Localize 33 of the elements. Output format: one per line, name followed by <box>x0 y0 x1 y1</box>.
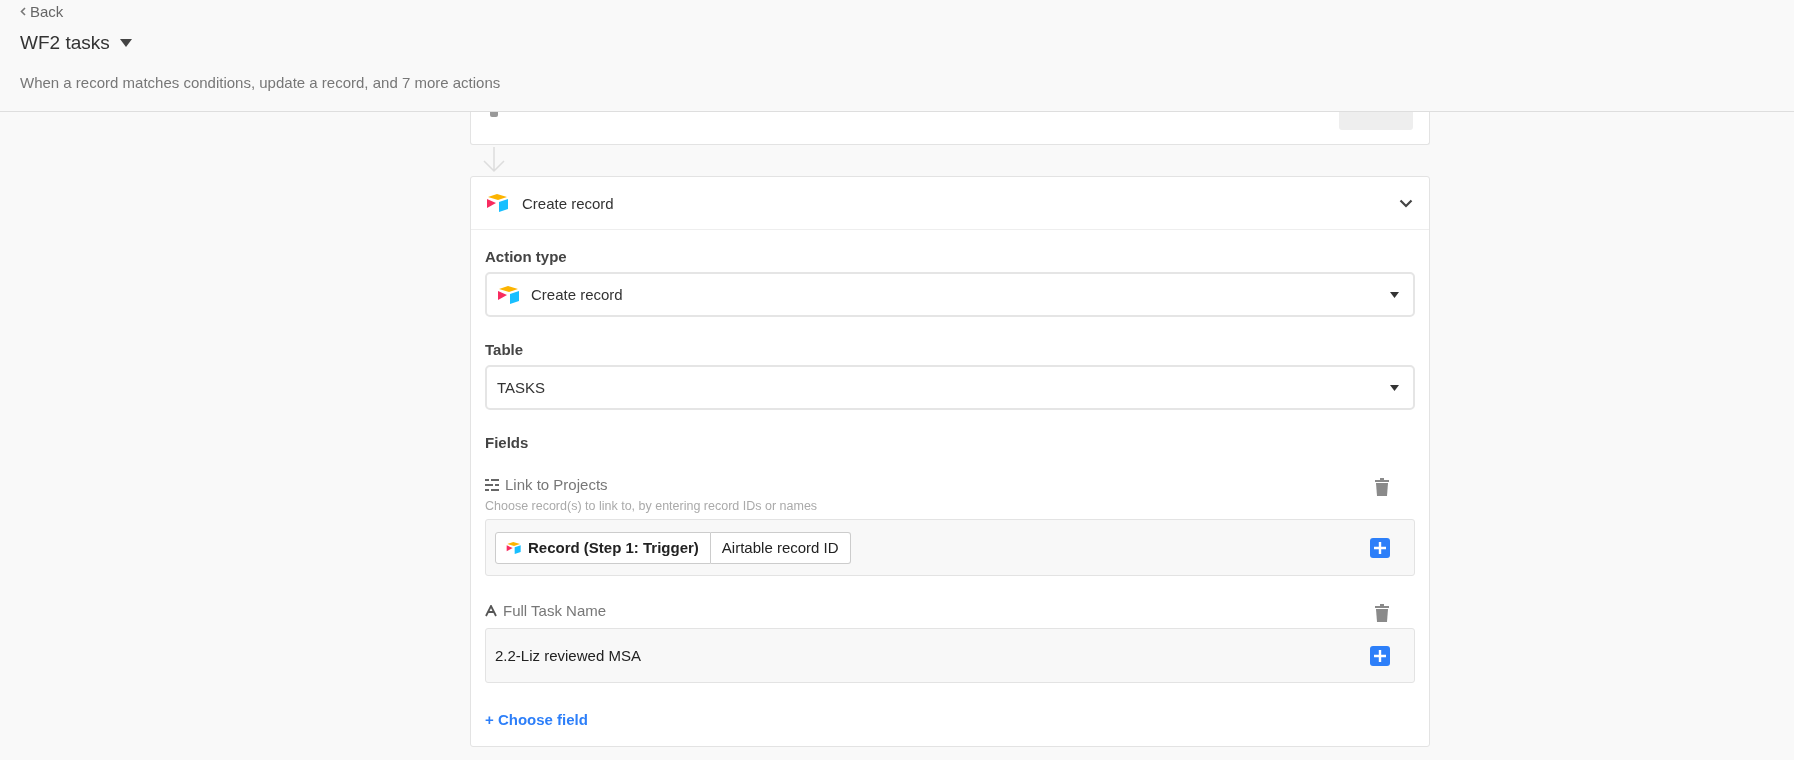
choose-field-link[interactable]: + Choose field <box>485 711 588 728</box>
dropdown-caret-icon[interactable] <box>119 39 132 47</box>
trash-icon[interactable] <box>1375 478 1389 496</box>
field-name: Link to Projects <box>505 476 608 493</box>
page-subtitle: When a record matches conditions, update a record, and 7 more actions <box>20 74 502 91</box>
logo-icon <box>486 193 510 213</box>
down-arrow-icon <box>482 147 506 173</box>
list-icon <box>485 478 499 491</box>
field-label: Table <box>485 341 525 358</box>
trash-icon[interactable] <box>1375 604 1389 622</box>
add-icon[interactable] <box>1370 645 1390 666</box>
token-pill[interactable]: Airtable record ID <box>710 531 851 564</box>
text-type-icon <box>485 604 497 617</box>
dropdown-caret-icon <box>1390 291 1399 298</box>
back-link[interactable]: Back <box>20 3 64 20</box>
field-hint: Choose record(s) to link to, by entering record IDs or names <box>485 499 818 513</box>
logo-icon <box>506 540 522 555</box>
page-title: WF2 tasks <box>20 32 110 54</box>
chevron-left-icon <box>20 7 26 16</box>
value-field[interactable]: 2.2-Liz reviewed MSA <box>485 628 1415 683</box>
chevron-icon[interactable] <box>1399 198 1413 208</box>
field-name: Full Task Name <box>503 602 607 619</box>
dropdown-caret-icon <box>1390 384 1399 391</box>
add-icon[interactable] <box>1370 537 1390 558</box>
step-title: Create record <box>522 194 615 212</box>
logo-icon <box>497 284 521 305</box>
field-label: Action type <box>485 248 568 265</box>
token-field[interactable]: Record (Step 1: Trigger) Airtable record ID <box>485 519 1415 576</box>
handle-icon <box>490 112 498 117</box>
token-pill[interactable]: Record (Step 1: Trigger) <box>495 531 711 564</box>
table-select[interactable]: TASKS <box>485 365 1415 410</box>
section-label: Fields <box>485 434 530 451</box>
action-type-select[interactable]: Create record <box>485 272 1415 317</box>
